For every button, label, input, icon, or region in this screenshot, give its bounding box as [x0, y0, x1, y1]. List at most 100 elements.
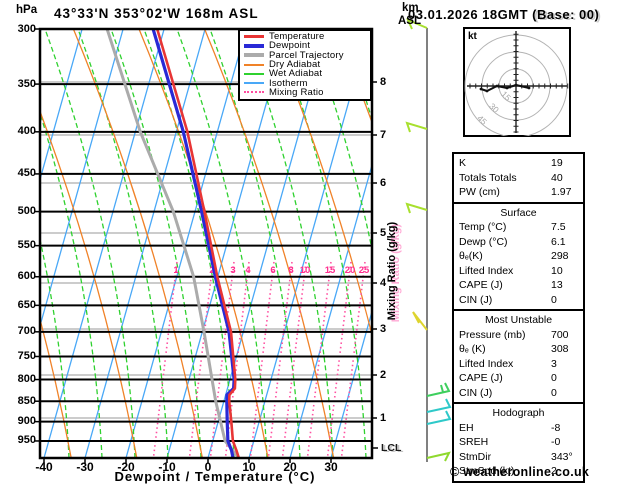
skewt-sounding-app: 1 2 3 4 6 8 10 15 20 25 15 30 45 hPa 43°33'N 353°02'… — [0, 0, 629, 486]
table-row: SREH -0 — [454, 435, 583, 450]
hodograph-trace-point — [514, 83, 518, 87]
altitude-axis-tick-label: 2 — [380, 369, 387, 381]
pressure-axis-tick-label: 950 — [17, 434, 36, 447]
table-row-label: CAPE (J) — [459, 372, 503, 385]
wind-barb — [426, 382, 451, 397]
pressure-axis-tick-label: 700 — [17, 325, 36, 338]
copyright-label: © weatheronline.co.uk — [450, 465, 590, 479]
table-row: PW (cm) 1.97 — [454, 185, 583, 200]
wind-barb — [405, 202, 428, 214]
indices-table: K 19 Totals Totals 40 PW (cm) 1.97 Surface Temp… — [452, 152, 585, 483]
pressure-axis-tick-label: 900 — [17, 415, 36, 428]
hodograph-trace-point — [505, 86, 509, 90]
table-row-value: 6.1 — [551, 235, 566, 248]
wind-barb — [412, 311, 428, 331]
table-row-value: -0 — [551, 436, 561, 449]
pressure-axis-tick-label: 350 — [17, 77, 36, 90]
table-row-value: 10 — [551, 264, 563, 277]
table-row: Temp (°C) 7.5 — [454, 220, 583, 235]
pressure-axis-tick-label: 750 — [17, 349, 36, 362]
altitude-axis-tick-label: 8 — [380, 76, 387, 88]
mixing-ratio-value-label: 8 — [288, 265, 293, 276]
table-row-label: StmDir — [459, 450, 492, 463]
table-row: CAPE (J) 13 — [454, 278, 583, 293]
table-row-label: Pressure (mb) — [459, 328, 526, 341]
table-row-label: θₑ(K) — [459, 250, 483, 263]
table-row: CAPE (J) 0 — [454, 371, 583, 386]
legend-swatch — [244, 53, 264, 57]
mixing-ratio-line — [267, 261, 293, 457]
wind-barb — [440, 384, 444, 393]
table-row: CIN (J) 0 — [454, 293, 583, 308]
wind-barb — [405, 121, 428, 133]
hodograph-trace-point — [479, 87, 483, 91]
hodograph-trace-point — [527, 86, 531, 90]
table-row-label: CAPE (J) — [459, 279, 503, 292]
table-row: K 19 — [454, 156, 583, 171]
table-row-value: 308 — [551, 343, 569, 356]
table-row-value: 298 — [551, 250, 569, 263]
indices-table-section: Most Unstable Pressure (mb) 700 θₑ (K) 308 Li… — [452, 309, 585, 404]
page-title: 43°33'N 353°02'W 168m ASL — [54, 6, 259, 21]
legend-row: Mixing Ratio — [244, 88, 370, 97]
table-row-label: CIN (J) — [459, 293, 493, 306]
pressure-axis-tick-label: 650 — [17, 298, 36, 311]
base-run-label: (Base: 00) — [532, 7, 600, 22]
table-row: EH -8 — [454, 421, 583, 436]
mixing-ratio-value-label: 6 — [270, 265, 275, 276]
table-row: CIN (J) 0 — [454, 386, 583, 401]
indices-table-section: K 19 Totals Totals 40 PW (cm) 1.97 — [452, 152, 585, 204]
temperature-axis-tick-label: -40 — [35, 460, 53, 474]
legend-swatch — [244, 44, 264, 48]
table-row: θₑ (K) 308 — [454, 342, 583, 357]
table-row: θₑ(K) 298 — [454, 249, 583, 264]
table-row: Pressure (mb) 700 — [454, 328, 583, 343]
isotherm-line — [43, 29, 165, 458]
legend-swatch — [244, 82, 264, 85]
table-row-label: CIN (J) — [459, 386, 493, 399]
legend-item-label: Wet Adiabat — [269, 68, 323, 80]
mixing-ratio-value-label: 25 — [359, 265, 370, 276]
hodograph-unit-label: kt — [468, 31, 477, 42]
legend-swatch — [244, 34, 264, 39]
hodograph: 153045 — [463, 27, 571, 137]
indices-table-section-header: Most Unstable — [484, 314, 553, 327]
mixing-ratio-value-label: 1 — [173, 265, 179, 276]
pressure-axis-tick-label: 600 — [17, 270, 36, 283]
table-row: Dewp (°C) 6.1 — [454, 235, 583, 250]
legend-item-label: Mixing Ratio — [269, 86, 324, 98]
wet-adiabat-line — [0, 29, 3, 458]
isotherm-line — [84, 29, 206, 458]
table-row-label: θₑ (K) — [459, 343, 486, 356]
table-row-value: 19 — [551, 157, 563, 170]
table-row-value: 0 — [551, 372, 557, 385]
indices-table-section-header: Hodograph — [492, 407, 545, 420]
table-row-label: SREH — [459, 436, 489, 449]
altitude-axis-tick-label: 1 — [380, 412, 387, 424]
table-row-label: Totals Totals — [459, 171, 517, 184]
table-row-label: EH — [459, 421, 474, 434]
table-row: Totals Totals 40 — [454, 171, 583, 186]
x-axis-title: Dewpoint / Temperature (°C) — [114, 469, 316, 484]
legend-swatch — [244, 72, 264, 75]
hodograph-trace-point — [495, 84, 499, 88]
table-row-label: Lifted Index — [459, 264, 514, 277]
table-row-value: 13 — [551, 279, 563, 292]
indices-table-section: Surface Temp (°C) 7.5 Dewp (°C) 6.1 θₑ(K) 298 L… — [452, 201, 585, 311]
mixing-ratio-line — [340, 261, 366, 457]
table-row-value: 7.5 — [551, 221, 566, 234]
pressure-axis-tick-label: 300 — [17, 22, 36, 35]
indices-table-section-header: Surface — [500, 206, 537, 219]
table-row-value: 0 — [551, 386, 557, 399]
legend-swatch — [244, 91, 264, 94]
datetime-label: 03.01.2026 18GMT (Base: 00) — [408, 7, 599, 22]
altitude-axis-tick-label: 6 — [380, 177, 387, 189]
wind-barb — [426, 451, 451, 462]
table-row-value: -8 — [551, 421, 561, 434]
table-row-value: 343° — [551, 450, 573, 463]
table-row-label: K — [459, 157, 467, 170]
table-row: StmDir 343° — [454, 450, 583, 465]
pressure-axis-tick-label: 850 — [17, 394, 36, 407]
pressure-axis-tick-label: 500 — [17, 205, 36, 218]
table-row-value: 1.97 — [551, 186, 572, 199]
